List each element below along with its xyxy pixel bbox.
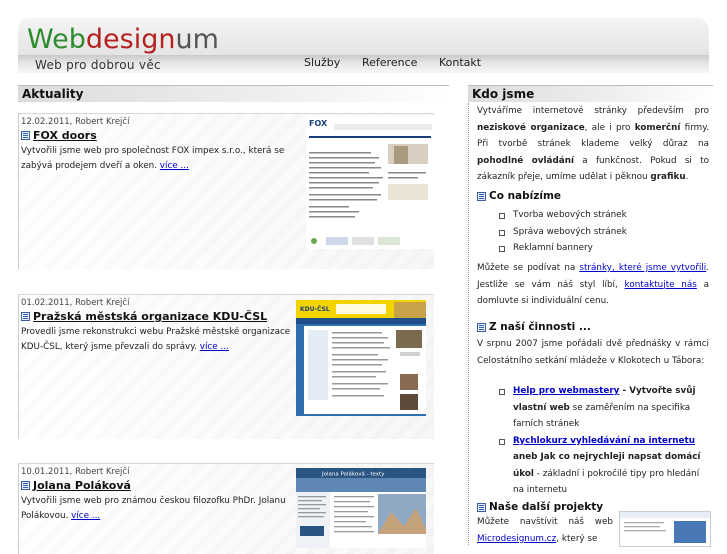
jolana-website-preview: Jolana Poláková - texty — [296, 468, 426, 548]
news-more-link[interactable]: více ... — [160, 161, 189, 171]
news-date: 12.02.2011, Robert Krejčí — [21, 117, 130, 127]
projects-text: Můžete navštívit náš web Microdesignum.c… — [477, 517, 613, 544]
microdesignum-link[interactable]: Microdesignum.cz — [477, 534, 556, 544]
list-item: Reklamní bannery — [499, 240, 709, 257]
activity-list: Help pro webmastery - Vytvořte svůj vlas… — [499, 383, 709, 499]
news-title[interactable]: Jolana Poláková — [21, 479, 131, 492]
news-item-fox: 12.02.2011, Robert Krejčí FOX doors Vytv… — [18, 113, 436, 269]
activity-heading: Z naší činnosti ... — [477, 321, 591, 333]
list-item: Help pro webmastery - Vytvořte svůj vlas… — [499, 383, 709, 433]
tagline: Web pro dobrou věc — [35, 58, 161, 72]
article-icon — [21, 481, 30, 490]
news-date: 01.02.2011, Robert Krejčí — [21, 298, 130, 308]
section-icon — [477, 322, 486, 332]
news-item-kdu: 01.02.2011, Robert Krejčí Pražská městsk… — [18, 294, 434, 439]
jolana-title-text: Jolana Poláková - texty — [321, 471, 385, 478]
activity-text: V srpnu 2007 jsme pořádali dvě přednášky… — [477, 339, 709, 366]
about-intro: Vytváříme internetové stránky především … — [477, 106, 709, 182]
kdu-website-preview: KDU-ČSL — [296, 300, 426, 416]
news-date: 10.01.2011, Robert Krejčí — [21, 467, 130, 477]
fox-website-preview: FOX — [306, 116, 436, 249]
section-icon — [477, 191, 486, 201]
news-text: Vytvořili jsme web pro známou českou fil… — [21, 496, 286, 521]
news-more-link[interactable]: více ... — [200, 342, 229, 352]
sidebar: Vytváříme internetové stránky především … — [468, 103, 711, 547]
microdesignum-thumbnail[interactable] — [619, 511, 711, 547]
news-title[interactable]: FOX doors — [21, 129, 97, 142]
news-section-title: Aktuality — [18, 85, 449, 102]
section-icon — [477, 502, 486, 512]
article-icon — [21, 312, 30, 321]
logo-um: um — [175, 24, 219, 55]
microdesignum-preview — [620, 512, 710, 546]
news-title[interactable]: Pražská městská organizace KDU-ČSL — [21, 310, 267, 323]
kdu-website-thumbnail[interactable]: KDU-ČSL — [296, 300, 426, 416]
article-icon — [21, 131, 30, 140]
logo-design: design — [85, 24, 176, 55]
contact-link[interactable]: kontaktujte nás — [625, 280, 697, 290]
fox-website-thumbnail[interactable]: FOX — [306, 116, 436, 249]
kdu-brand-text: KDU-ČSL — [300, 306, 330, 313]
logo-web: Web — [27, 24, 86, 55]
nav-item-sluzby[interactable]: Služby — [304, 56, 340, 69]
list-item: Rychlokurz vyhledávání na internetu aneb… — [499, 433, 709, 499]
list-item: Tvorba webových stránek — [499, 207, 709, 224]
offer-list: Tvorba webových stránek Správa webových … — [499, 207, 709, 257]
offer-heading: Co nabízíme — [477, 190, 561, 202]
nav-item-reference[interactable]: Reference — [362, 56, 417, 69]
lecture-link-search[interactable]: Rychlokurz vyhledávání na internetu — [513, 436, 695, 446]
about-section-title: Kdo jsme — [468, 85, 713, 102]
site-logo[interactable]: Webdesignum — [27, 26, 219, 53]
news-text: Vytvořili jsme web pro společnost FOX im… — [21, 146, 285, 171]
news-more-link[interactable]: více ... — [71, 511, 100, 521]
news-text: Provedli jsme rekonstrukci webu Pražské … — [21, 327, 291, 352]
portfolio-paragraph: Můžete se podívat na stránky, které jsme… — [477, 263, 709, 306]
nav-item-kontakt[interactable]: Kontakt — [439, 56, 481, 69]
news-item-jolana: 10.01.2011, Robert Krejčí Jolana Polákov… — [18, 463, 434, 554]
fox-brand-text: FOX — [309, 119, 328, 128]
projects-heading: Naše další projekty — [477, 501, 603, 513]
portfolio-link[interactable]: stránky, které jsme vytvořili — [579, 263, 706, 273]
list-item: Správa webových stránek — [499, 224, 709, 241]
jolana-website-thumbnail[interactable]: Jolana Poláková - texty — [296, 468, 426, 548]
lecture-link-webmaster[interactable]: Help pro webmastery — [513, 386, 619, 396]
